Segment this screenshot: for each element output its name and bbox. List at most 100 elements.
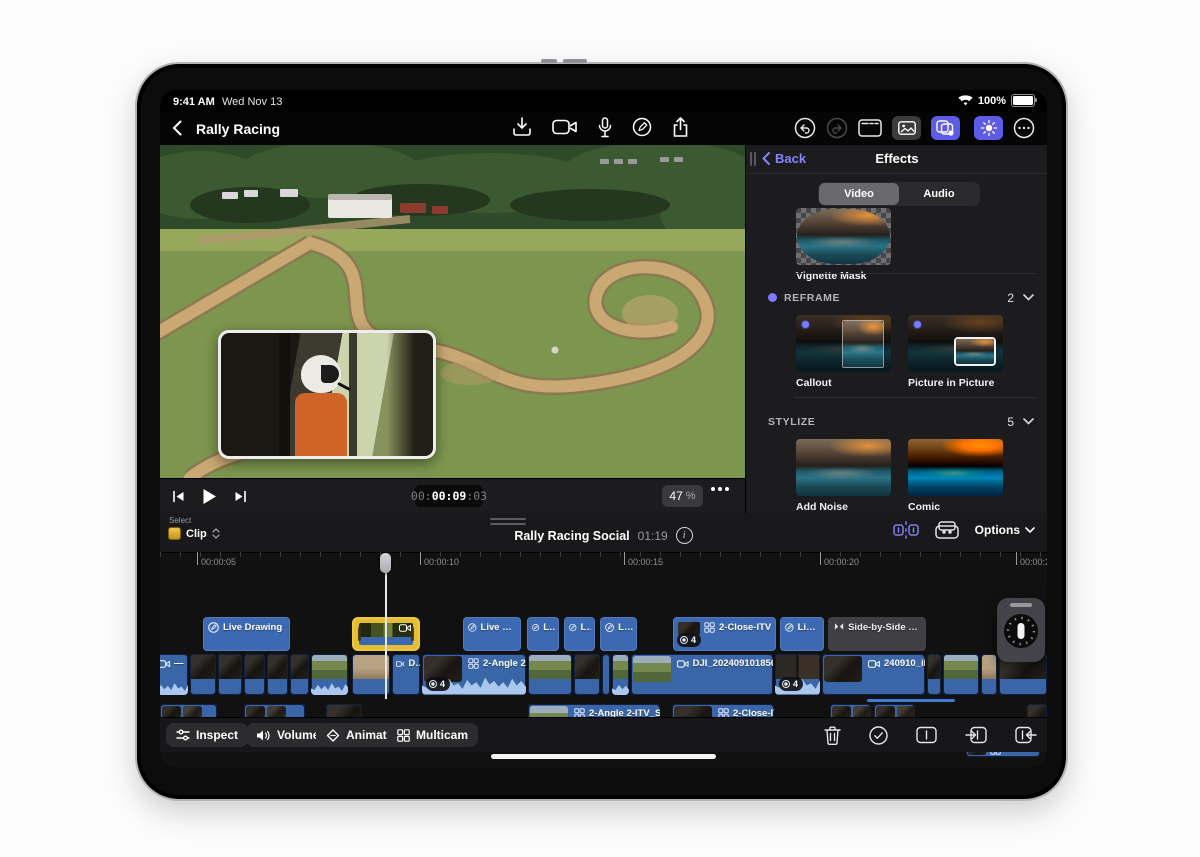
timeline-clip[interactable]: 4 [775, 654, 820, 695]
pip-region [954, 337, 996, 366]
overwrite-edit-icon[interactable] [1015, 726, 1037, 744]
back-button[interactable]: Back [762, 151, 806, 166]
timeline-clip--[interactable]: — [160, 654, 188, 695]
timeline-clip-li-[interactable]: Li… [527, 617, 559, 651]
timeline-clip-live-drawing[interactable]: Live Drawing [203, 617, 290, 651]
jog-wheel[interactable] [997, 598, 1045, 662]
viewer-more-icon[interactable] [711, 487, 729, 491]
timeline-clip[interactable] [290, 654, 309, 695]
effect-label: Comic [908, 501, 940, 513]
title-pencil-icon [605, 622, 614, 633]
page: 9:41 AM Wed Nov 13 100% Rally Racing [0, 0, 1200, 857]
playhead-handle[interactable] [380, 553, 391, 573]
timeline-clip[interactable] [311, 654, 348, 695]
side-by-side-icon [834, 622, 844, 631]
timeline-clip[interactable] [602, 654, 610, 695]
timeline-clip-live-[interactable]: Live… [780, 617, 824, 651]
camera-icon [677, 660, 689, 668]
more-icon[interactable] [1013, 117, 1035, 139]
light-inspector-button[interactable] [974, 116, 1003, 140]
effect-thumbnail-vignette-mask[interactable] [796, 208, 891, 265]
trash-icon[interactable] [824, 726, 841, 745]
annotate-icon[interactable] [632, 117, 652, 137]
timeline-clip[interactable] [943, 654, 979, 695]
effects-button[interactable] [931, 116, 960, 140]
timeline-clip-li-[interactable]: Li… [600, 617, 637, 651]
play-icon[interactable] [202, 488, 217, 505]
skip-forward-icon[interactable] [234, 490, 247, 503]
jog-grab-handle[interactable] [1010, 603, 1032, 607]
effect-thumbnail-picture-in-picture[interactable] [908, 315, 1003, 372]
timeline-clip-2-angle-2-it-[interactable]: 2-Angle 2-IT…4 [422, 654, 526, 695]
microphone-icon[interactable] [598, 117, 612, 138]
timeline-clip[interactable] [574, 654, 600, 695]
camera-icon [396, 660, 404, 668]
divider [794, 397, 1036, 398]
clip-thumbnail [353, 655, 389, 679]
timeline-clip[interactable] [190, 654, 216, 695]
effect-thumbnail-callout[interactable] [796, 315, 891, 372]
screen: 9:41 AM Wed Nov 13 100% Rally Racing [160, 90, 1047, 768]
timecode-display[interactable]: 00:00:09:03 [415, 485, 483, 507]
section-dot [768, 293, 777, 302]
ipad-device-frame: 9:41 AM Wed Nov 13 100% Rally Racing [135, 62, 1068, 801]
picture-in-picture-inset[interactable] [218, 330, 436, 459]
share-icon[interactable] [672, 117, 689, 138]
trim-handle-right[interactable] [411, 627, 414, 641]
trim-handle-left[interactable] [358, 627, 361, 641]
timeline-clip-l-[interactable]: L… [564, 617, 595, 651]
home-indicator[interactable] [491, 754, 716, 759]
collapse-control[interactable] [1023, 294, 1034, 301]
clock: 9:41 AM [173, 96, 215, 108]
done-check-icon[interactable] [869, 726, 888, 745]
playhead-line[interactable] [385, 569, 387, 699]
clip-thumbnail [245, 655, 264, 679]
timeline-clip-d-[interactable]: D… [392, 654, 420, 695]
timeline-clip[interactable] [244, 654, 265, 695]
timeline-clip[interactable] [267, 654, 288, 695]
timeline-clip-live-dra-[interactable]: Live Dra… [463, 617, 521, 651]
timeline-clip[interactable] [981, 654, 997, 695]
timeline-clip-2-close-itv[interactable]: 2-Close-ITV4 [673, 617, 776, 651]
wifi-icon [958, 95, 973, 106]
effect-thumbnail-comic[interactable] [908, 439, 1003, 496]
chevron-left-icon [762, 152, 770, 165]
zoom-level-button[interactable]: 47% [662, 485, 703, 507]
audio-waveform [311, 678, 348, 695]
back-icon[interactable] [172, 120, 182, 136]
title-pencil-icon [785, 622, 794, 633]
clip-thumbnail [219, 655, 241, 679]
record-video-icon[interactable] [552, 118, 578, 136]
chevron-down-icon[interactable] [1023, 294, 1034, 301]
animate-icon [326, 729, 340, 742]
inspect-button[interactable]: Inspect [166, 723, 248, 747]
effect-thumbnail-add-noise[interactable] [796, 439, 891, 496]
camera-icon [868, 660, 880, 668]
append-edit-icon[interactable] [916, 726, 937, 744]
chevron-down-icon[interactable] [1023, 418, 1034, 425]
collapse-control[interactable] [1023, 418, 1034, 425]
multicam-button[interactable]: Multicam [387, 723, 478, 747]
tab-video[interactable]: Video [819, 183, 899, 205]
timeline-clip-side-by-side-split[interactable]: Side-by-Side Split [828, 617, 926, 651]
timeline-clip-240910-iph-[interactable]: 240910_iPh… [822, 654, 925, 695]
timeline-clip[interactable] [528, 654, 572, 695]
applied-dot [913, 320, 922, 329]
timeline-clip[interactable] [927, 654, 941, 695]
browser-icon[interactable] [858, 119, 882, 137]
skip-back-icon[interactable] [172, 490, 185, 503]
insert-edit-icon[interactable] [965, 726, 987, 744]
tab-audio[interactable]: Audio [899, 183, 979, 205]
redo-icon[interactable] [826, 117, 848, 139]
timeline-clip[interactable] [612, 654, 629, 695]
media-browser-button[interactable] [892, 116, 921, 140]
top-toolbar: Rally Racing [160, 112, 1047, 145]
timeline-clip[interactable] [218, 654, 242, 695]
jog-dial[interactable] [1002, 612, 1040, 650]
clip-thumbnail [291, 655, 308, 679]
multicam-icon [397, 729, 410, 742]
import-icon[interactable] [512, 116, 532, 138]
undo-icon[interactable] [794, 117, 816, 139]
timeline-clip-dji-20240910185601-[interactable]: DJI_20240910185601_… [631, 654, 773, 695]
video-viewer[interactable] [160, 145, 745, 478]
